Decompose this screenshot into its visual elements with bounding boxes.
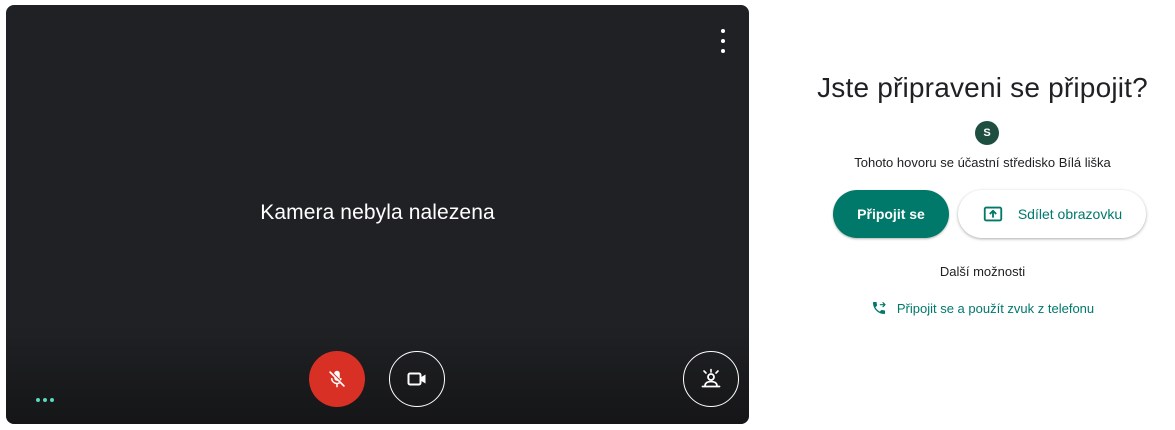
more-options-label: Další možnosti [939,264,1026,279]
present-screen-button[interactable]: Sdílet obrazovku [958,190,1146,238]
phone-forwarded-icon [872,302,886,314]
preview-bottom-gradient [6,324,749,424]
page-title: Jste připraveni se připojit? [817,72,1148,103]
microphone-toggle-button[interactable] [309,351,365,407]
join-button[interactable]: Připojit se [833,190,949,238]
camera-toggle-button[interactable] [389,351,445,407]
participants-text: Tohoto hovoru se účastní středisko Bílá … [854,155,1111,170]
meet-prejoin-screen: Kamera nebyla nalezena Jste připraveni s… [0,0,1175,430]
phone-audio-label: Připojit se a použít zvuk z telefonu [896,300,1095,316]
visual-effects-button[interactable] [683,351,739,407]
join-button-label: Připojit se [857,206,925,222]
present-button-label: Sdílet obrazovku [1017,206,1123,222]
present-screen-icon [983,206,1003,222]
video-preview: Kamera nebyla nalezena [6,5,749,424]
mic-off-icon [329,370,345,388]
more-vert-icon[interactable] [715,29,731,53]
videocam-icon [407,372,426,386]
join-with-phone-audio-link[interactable]: Připojit se a použít zvuk z telefonu [790,300,1175,316]
join-panel: Jste připraveni se připojit? S Tohoto ho… [790,0,1175,430]
visual-effects-icon [701,368,721,388]
camera-not-found-message: Kamera nebyla nalezena [260,201,495,224]
connection-dots-icon [36,398,54,402]
avatar: S [975,121,999,145]
